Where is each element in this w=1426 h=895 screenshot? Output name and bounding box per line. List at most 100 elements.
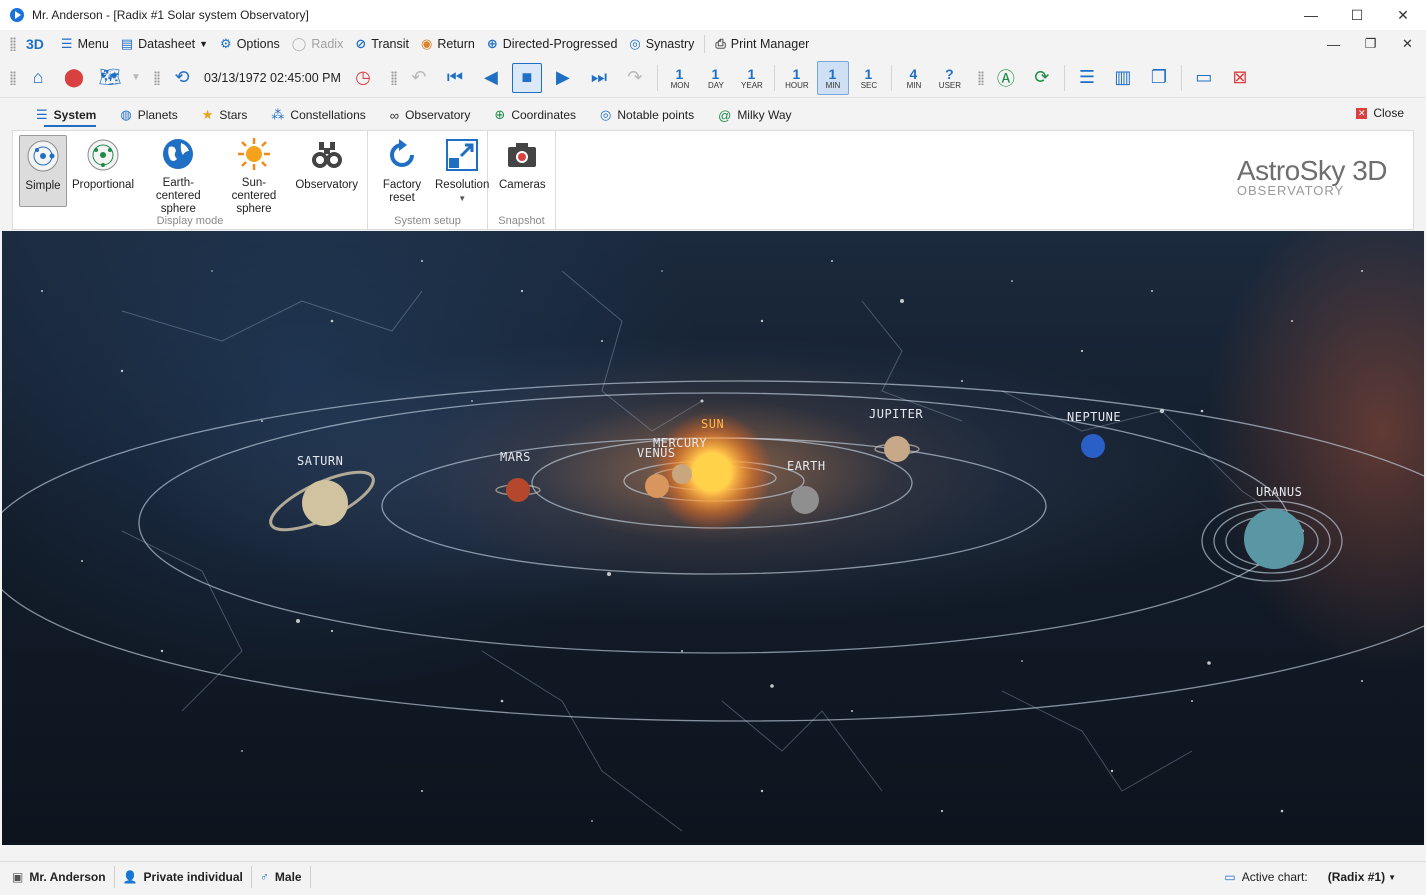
neptune-body[interactable]	[1081, 434, 1105, 458]
simple-icon	[25, 138, 61, 174]
tab-observatory[interactable]: ∞ Observatory	[378, 100, 483, 130]
status-type[interactable]: 👤 Private individual	[115, 865, 252, 888]
step-four-minutes[interactable]: 4 MIN	[898, 61, 930, 95]
earth-label: EARTH	[787, 459, 826, 473]
status-gender[interactable]: ♂ Male	[252, 865, 311, 888]
observatory-button[interactable]: Observatory	[290, 135, 363, 207]
status-user[interactable]: ▣ Mr. Anderson	[4, 865, 115, 888]
step-minute[interactable]: 1 MIN	[816, 60, 849, 95]
step-user[interactable]: ? USER	[934, 61, 966, 95]
printer-icon: ⎙	[715, 36, 726, 51]
return-button[interactable]: ◉ Return	[415, 32, 481, 56]
chevron-down-icon[interactable]: ▼	[131, 61, 141, 95]
mdi-close-button[interactable]: ✕	[1389, 30, 1426, 58]
history-icon[interactable]: ⟲	[167, 61, 197, 95]
menu-button[interactable]: ☰ Menu	[55, 32, 115, 56]
tab-constellations[interactable]: ⁂ Constellations	[259, 100, 377, 130]
redo-icon[interactable]: ↷	[620, 61, 650, 95]
location-pin-icon[interactable]: ⬤	[59, 61, 89, 95]
layout-cascade-icon[interactable]: ❐	[1144, 61, 1174, 95]
toolbar-grip[interactable]	[977, 70, 984, 85]
step-hour[interactable]: 1 HOUR	[781, 61, 813, 95]
step-month[interactable]: 1 MON	[664, 61, 696, 95]
jupiter-body[interactable]	[884, 436, 910, 462]
resolution-button[interactable]: Resolution ▼	[430, 135, 494, 207]
tab-milky-way[interactable]: @ Milky Way	[706, 100, 803, 130]
close-window-button[interactable]: ✕	[1380, 0, 1426, 30]
saturn-label: SATURN	[297, 454, 344, 468]
constellation-lines	[121, 270, 1303, 832]
clock-icon[interactable]: ◷	[348, 61, 378, 95]
maximize-button[interactable]: ☐	[1334, 0, 1380, 30]
step-second[interactable]: 1 SEC	[853, 61, 885, 95]
sun-body[interactable]	[692, 452, 732, 492]
directed-progressed-button[interactable]: ⊕ Directed-Progressed	[481, 32, 624, 56]
chevron-down-icon: ▼	[458, 194, 467, 203]
transit-button[interactable]: ⊘ Transit	[349, 32, 415, 56]
window-tools-icon[interactable]: ▭	[1189, 61, 1219, 95]
sun-centered-sphere-button[interactable]: Sun-centered sphere	[218, 135, 291, 215]
toolbar-grip[interactable]	[390, 70, 397, 85]
toolbar-grip[interactable]	[10, 37, 16, 51]
datasheet-button[interactable]: ▤ Datasheet ▼	[115, 32, 214, 56]
options-button[interactable]: ⚙ Options	[214, 32, 286, 56]
radix-button[interactable]: ◯ Radix	[286, 32, 350, 56]
earth-body[interactable]	[791, 486, 819, 514]
venus-body[interactable]	[645, 474, 669, 498]
system-setup-group-label: System setup	[394, 215, 461, 227]
uranus-body[interactable]	[1244, 509, 1304, 569]
toolbar-grip[interactable]	[154, 70, 160, 85]
print-manager-button[interactable]: ⎙ Print Manager	[709, 32, 815, 56]
datasheet-label: Datasheet	[138, 37, 196, 51]
layout-rows-icon[interactable]: ☰	[1072, 61, 1102, 95]
galaxy-icon: @	[718, 107, 732, 123]
close-windows-icon[interactable]: ⊠	[1225, 61, 1255, 95]
logo-3d[interactable]: 3D	[20, 32, 55, 56]
skip-back-icon[interactable]: ⏮	[440, 61, 470, 95]
undo-icon[interactable]: ↶	[404, 61, 434, 95]
step-year[interactable]: 1 YEAR	[736, 61, 768, 95]
minimize-button[interactable]: —	[1288, 0, 1334, 30]
play-icon[interactable]: ▶	[548, 61, 578, 95]
map-icon[interactable]: 🗺	[95, 61, 125, 95]
home-icon[interactable]: ⌂	[23, 61, 53, 95]
mdi-minimize-button[interactable]: —	[1315, 30, 1352, 58]
solar-system-view[interactable]: SUN MERCURY VENUS MARS EARTH JUPITER SAT…	[2, 231, 1424, 845]
factory-reset-button[interactable]: Factory reset	[374, 135, 430, 207]
step-day[interactable]: 1 DAY	[700, 61, 732, 95]
cameras-button[interactable]: Cameras	[494, 135, 551, 207]
step-user-label: USER	[938, 80, 962, 90]
ribbon-tabs: ☰ System ◍ Planets ★ Stars ⁂ Constellations …	[0, 100, 1426, 130]
title-bar: Mr. Anderson - [Radix #1 Solar system Ob…	[0, 0, 1426, 30]
mercury-body[interactable]	[672, 464, 692, 484]
auto-icon[interactable]: Ⓐ	[991, 61, 1021, 95]
step-back-icon[interactable]: ◀	[476, 61, 506, 95]
active-chart-indicator[interactable]: ▭ Active chart: (Radix #1) ▼	[1224, 862, 1396, 892]
tab-system[interactable]: ☰ System	[24, 100, 108, 130]
tab-coordinates[interactable]: ⊕ Coordinates	[482, 100, 588, 130]
datetime-field[interactable]: 03/13/1972 02:45:00 PM	[200, 71, 345, 85]
toolbar-grip[interactable]	[10, 70, 16, 85]
refresh-icon[interactable]: ⟳	[1027, 61, 1057, 95]
ribbon-close-button[interactable]: ✕ Close	[1356, 106, 1404, 120]
earth-centered-sphere-button[interactable]: Earth-centered sphere	[139, 135, 218, 215]
simple-button[interactable]: Simple	[19, 135, 67, 207]
tab-planets[interactable]: ◍ Planets	[108, 100, 189, 130]
tab-notable-points[interactable]: ◎ Notable points	[588, 100, 706, 130]
mdi-restore-button[interactable]: ❐	[1352, 30, 1389, 58]
toolbar-separator	[1063, 64, 1065, 91]
stop-icon[interactable]: ■	[511, 62, 542, 93]
layout-columns-icon[interactable]: ▥	[1108, 61, 1138, 95]
step-hour-num: 1	[792, 65, 802, 82]
mars-body[interactable]	[506, 478, 530, 502]
synastry-button[interactable]: ◎ Synastry	[623, 32, 700, 56]
app-icon[interactable]	[10, 8, 24, 22]
skip-forward-icon[interactable]: ⏭	[584, 61, 614, 95]
saturn-body[interactable]	[302, 480, 348, 526]
tab-stars[interactable]: ★ Stars	[190, 100, 260, 130]
step-year-label: YEAR	[741, 80, 763, 90]
status-bar: ▣ Mr. Anderson 👤 Private individual ♂ Male …	[0, 861, 1426, 891]
chart-window-icon: ▭	[1224, 870, 1236, 884]
proportional-button[interactable]: Proportional	[67, 135, 139, 207]
display-mode-group: Simple Proportional Earth-centered spher…	[13, 131, 368, 229]
